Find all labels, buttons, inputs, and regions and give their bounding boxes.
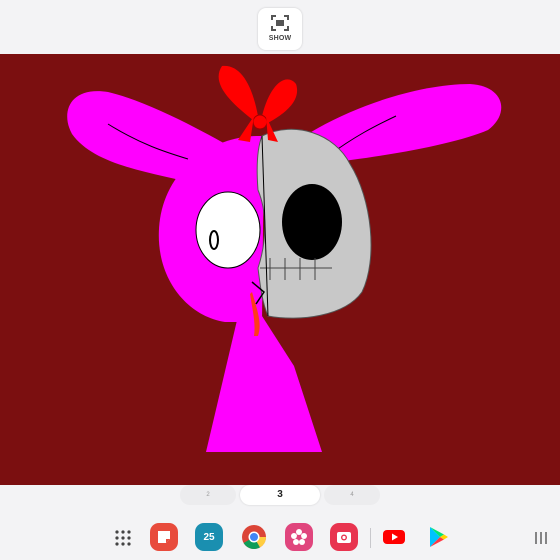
dock-separator — [370, 528, 371, 548]
bow-knot — [252, 114, 268, 130]
calendar-day: 25 — [203, 531, 215, 543]
recent-apps-icon[interactable] — [532, 529, 550, 547]
youtube-app-icon[interactable] — [380, 523, 408, 551]
drawing-canvas[interactable] — [0, 54, 560, 485]
chrome-app-icon[interactable] — [240, 523, 268, 551]
show-label: SHOW — [268, 35, 292, 42]
page-strip: 2 3 4 — [0, 485, 560, 517]
gallery-app-icon[interactable] — [285, 523, 313, 551]
skull-eye-socket — [282, 184, 342, 260]
top-toolbar: SHOW — [0, 0, 560, 54]
page-tab-previous[interactable]: 2 — [180, 485, 236, 505]
show-toolbar-button[interactable]: SHOW — [258, 8, 302, 50]
taskbar-dock: 25 — [0, 517, 560, 560]
notes-app-icon[interactable] — [150, 523, 178, 551]
bunny-eye — [195, 191, 261, 269]
play-store-app-icon[interactable] — [424, 523, 452, 551]
calendar-app-icon[interactable]: 25 — [195, 523, 223, 551]
page-tab-current[interactable]: 3 — [240, 485, 320, 505]
app-drawer-icon[interactable] — [112, 527, 134, 549]
page-tab-next[interactable]: 4 — [324, 485, 380, 505]
camera-app-icon[interactable] — [330, 523, 358, 551]
expand-icon — [271, 15, 289, 31]
